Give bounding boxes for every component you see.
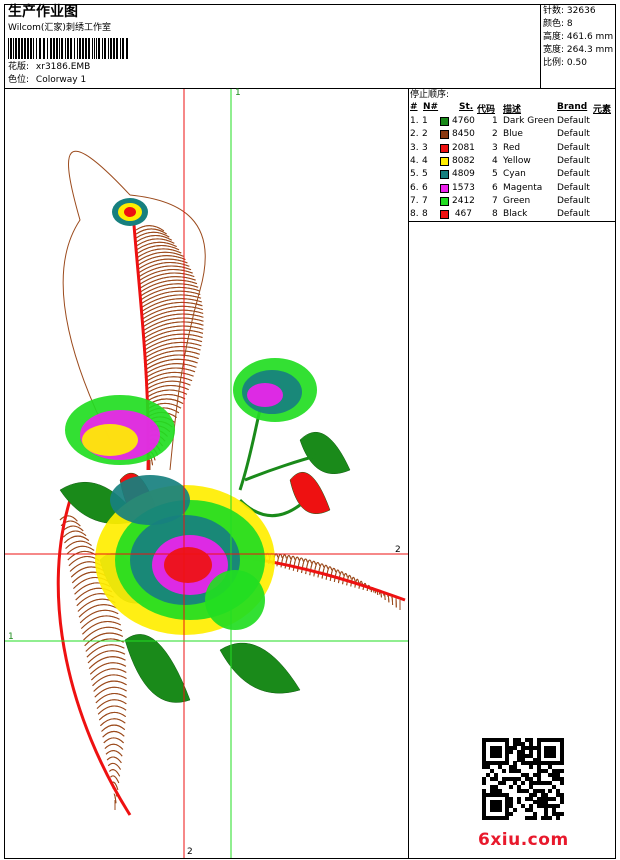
row-stitches: 2412 xyxy=(452,195,475,206)
design-label: 花版: xyxy=(8,62,30,72)
row-desc: Blue xyxy=(503,129,523,140)
page-title: 生产作业图 xyxy=(8,4,78,20)
row-brand: Default xyxy=(557,129,590,140)
row-n: 7 xyxy=(422,195,428,206)
guide-label-v2: 2 xyxy=(187,847,193,857)
row-desc: Green xyxy=(503,195,531,206)
row-num: 2. xyxy=(410,129,419,140)
row-n: 1 xyxy=(422,116,428,126)
sequence-row: 5. 5 4809 5 Cyan Default xyxy=(409,168,619,181)
row-code: 1 xyxy=(492,116,498,126)
frame-top xyxy=(4,4,616,5)
row-num: 5. xyxy=(410,169,419,180)
color-swatch xyxy=(440,196,449,206)
row-code: 7 xyxy=(492,195,498,206)
stats-divider xyxy=(540,4,541,88)
sequence-row: 4. 4 8082 4 Yellow Default xyxy=(409,155,619,168)
row-n: 4 xyxy=(422,155,428,166)
row-code: 3 xyxy=(492,142,498,153)
col-num: # xyxy=(410,102,418,112)
row-stitches: 4760 xyxy=(452,116,475,126)
row-brand: Default xyxy=(557,142,590,153)
col-stitches: St. xyxy=(459,102,474,112)
sequence-row: 2. 2 8450 2 Blue Default xyxy=(409,128,619,141)
embroidery-canvas xyxy=(5,89,408,858)
color-swatch xyxy=(440,183,449,193)
stat-stitches: 针数: 32636 xyxy=(543,6,596,16)
row-stitches: 1573 xyxy=(452,182,475,193)
row-num: 8. xyxy=(410,209,419,220)
row-brand: Default xyxy=(557,195,590,206)
sequence-row: 8. 8 467 8 Black Default xyxy=(409,208,619,221)
barcode xyxy=(8,38,130,59)
row-stitches: 8450 xyxy=(452,129,475,140)
company-name: Wilcom(汇家)刺绣工作室 xyxy=(8,23,111,33)
row-num: 6. xyxy=(410,182,419,193)
row-desc: Magenta xyxy=(503,182,543,193)
row-stitches: 8082 xyxy=(452,155,475,166)
stat-height: 高度: 461.6 mm xyxy=(543,32,614,42)
stat-width: 宽度: 264.3 mm xyxy=(543,45,614,55)
row-num: 4. xyxy=(410,155,419,166)
row-stitches: 467 xyxy=(454,209,472,220)
row-n: 2 xyxy=(422,129,428,140)
row-num: 1. xyxy=(410,116,419,126)
row-desc: Red xyxy=(503,142,521,153)
colorway-value: Colorway 1 xyxy=(35,75,87,85)
row-desc: Yellow xyxy=(503,155,531,166)
color-swatch xyxy=(440,130,449,140)
color-swatch xyxy=(440,156,449,166)
stat-scale: 比例: 0.50 xyxy=(543,58,587,68)
row-code: 5 xyxy=(492,169,498,180)
design-file: xr3186.EMB xyxy=(35,62,91,72)
sequence-row: 1. 1 4760 1 Dark Green Default xyxy=(409,115,619,128)
row-desc: Black xyxy=(503,209,528,220)
col-desc: 描述 xyxy=(503,105,522,115)
watermark-logo: 6xiu.com xyxy=(478,830,569,850)
qr-code xyxy=(482,738,565,821)
guide-label-h2: 2 xyxy=(395,545,401,555)
sequence-title: 停止顺序: xyxy=(410,90,450,100)
sequence-row: 3. 3 2081 3 Red Default xyxy=(409,142,619,155)
sequence-row: 7. 7 2412 7 Green Default xyxy=(409,195,619,208)
frame-bottom xyxy=(4,858,616,859)
row-brand: Default xyxy=(557,169,590,180)
row-desc: Cyan xyxy=(503,169,526,180)
color-swatch xyxy=(440,170,449,180)
guide-label-h1: 1 xyxy=(8,632,14,642)
row-brand: Default xyxy=(557,116,590,126)
row-num: 3. xyxy=(410,142,419,153)
row-brand: Default xyxy=(557,182,590,193)
row-n: 8 xyxy=(422,209,428,220)
row-n: 5 xyxy=(422,169,428,180)
row-code: 6 xyxy=(492,182,498,193)
row-brand: Default xyxy=(557,209,590,220)
guide-label-v1: 1 xyxy=(235,88,241,98)
row-desc: Dark Green xyxy=(503,116,555,126)
row-stitches: 2081 xyxy=(452,142,475,153)
row-code: 8 xyxy=(492,209,498,220)
row-code: 2 xyxy=(492,129,498,140)
design-field: 花版: xr3186.EMB xyxy=(8,62,90,73)
colorway-label: 色位: xyxy=(8,75,30,85)
row-n: 6 xyxy=(422,182,428,193)
colorway-field: 色位: Colorway 1 xyxy=(8,75,86,86)
col-code: 代码 xyxy=(477,105,496,115)
color-swatch xyxy=(440,210,449,220)
col-element: 元素 xyxy=(593,105,612,115)
row-brand: Default xyxy=(557,155,590,166)
col-brand: Brand xyxy=(557,102,588,112)
col-n: N# xyxy=(423,102,439,112)
color-swatch xyxy=(440,117,449,126)
row-num: 7. xyxy=(410,195,419,206)
peacock-eye-core xyxy=(124,207,136,217)
row-code: 4 xyxy=(492,155,498,166)
stat-colors: 颜色: 8 xyxy=(543,19,573,29)
row-n: 3 xyxy=(422,142,428,153)
row-stitches: 4809 xyxy=(452,169,475,180)
sequence-row: 6. 6 1573 6 Magenta Default xyxy=(409,182,619,195)
sequence-bottom xyxy=(408,221,616,222)
color-swatch xyxy=(440,143,449,153)
